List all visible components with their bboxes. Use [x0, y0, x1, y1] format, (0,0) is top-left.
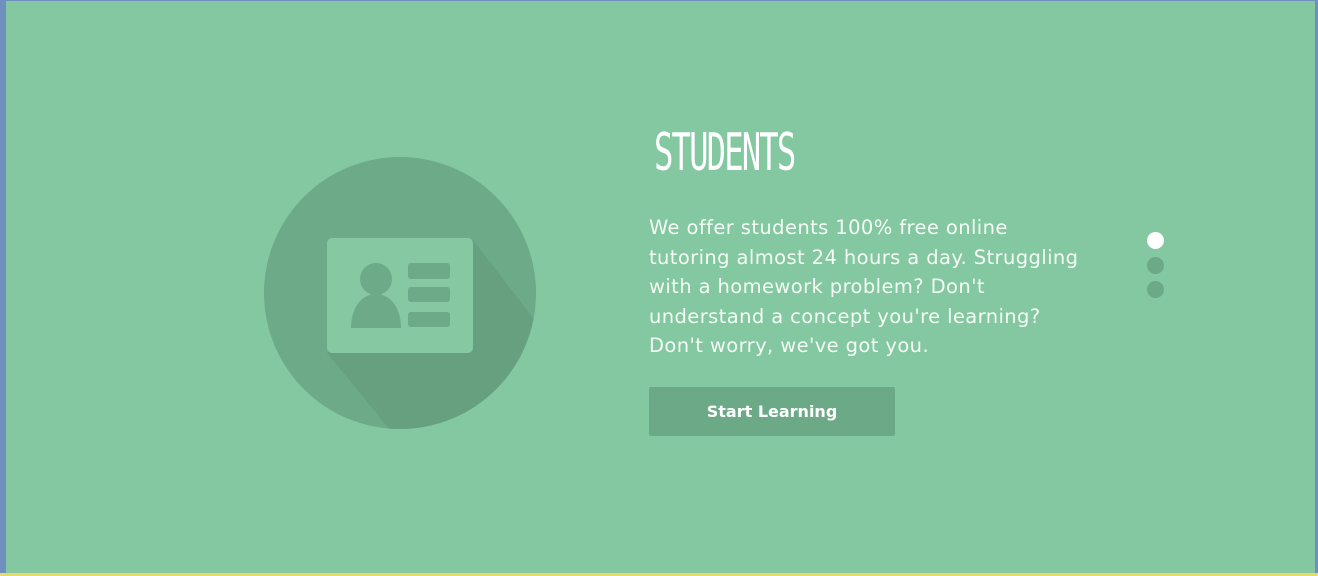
pager-dot-3[interactable]: [1147, 281, 1164, 298]
start-learning-button[interactable]: Start Learning: [649, 387, 895, 436]
id-card-icon: [264, 157, 536, 429]
slide-title: STUDENTS: [654, 123, 796, 183]
slide-description: We offer students 100% free online tutor…: [649, 216, 1079, 357]
students-slide: STUDENTS We offer students 100% free onl…: [6, 1, 1315, 573]
slide-pager: [1147, 232, 1165, 306]
pager-dot-2[interactable]: [1147, 256, 1164, 274]
pager-dot-1[interactable]: [1147, 232, 1164, 249]
